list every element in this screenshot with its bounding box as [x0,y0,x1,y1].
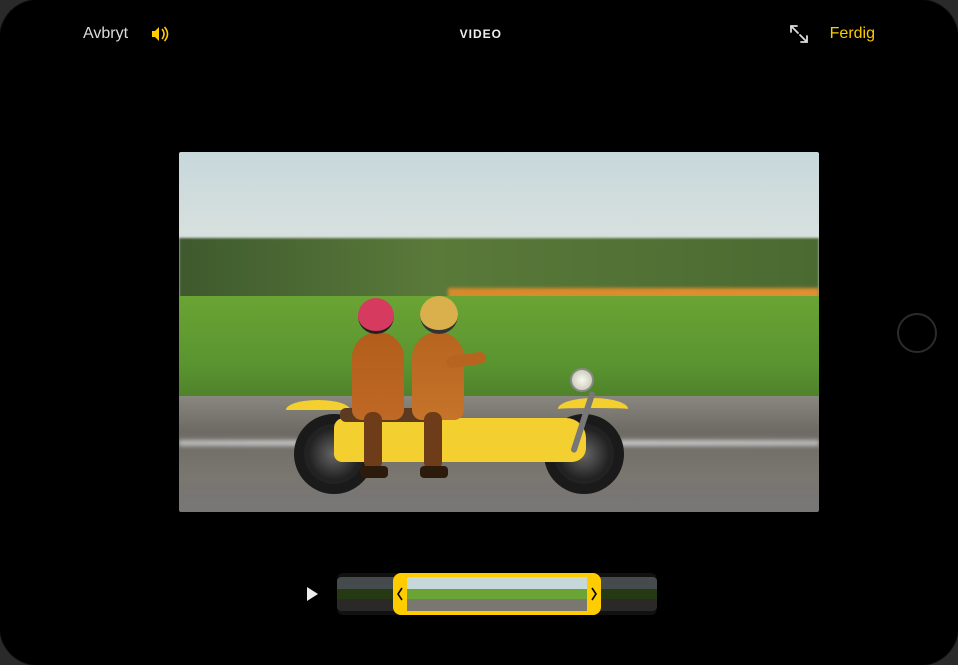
ipad-frame: Avbryt VIDEO Ferdig [0,0,958,665]
video-timeline[interactable] [337,573,657,615]
trim-dim-right [599,577,657,611]
timeline-thumb[interactable] [520,577,566,611]
video-subject [294,274,614,494]
fullscreen-icon[interactable] [790,25,808,43]
trim-handle-start[interactable] [393,573,407,615]
editor-topbar: Avbryt VIDEO Ferdig [65,14,893,54]
editor-content [65,54,893,651]
cancel-button[interactable]: Avbryt [83,25,128,43]
video-preview[interactable] [179,152,819,512]
trim-handle-end[interactable] [587,573,601,615]
screen: Avbryt VIDEO Ferdig [65,14,893,651]
chevron-left-icon [397,586,403,602]
mode-title: VIDEO [172,27,790,41]
play-button[interactable] [301,583,323,605]
timeline-row [65,573,893,615]
home-button[interactable] [897,313,937,353]
timeline-thumb[interactable] [428,577,474,611]
video-preview-area [113,132,885,531]
chevron-right-icon [591,586,597,602]
volume-icon[interactable] [150,25,172,43]
trim-dim-left [337,577,395,611]
timeline-thumb[interactable] [474,577,520,611]
play-icon [304,586,320,602]
done-button[interactable]: Ferdig [830,25,875,43]
